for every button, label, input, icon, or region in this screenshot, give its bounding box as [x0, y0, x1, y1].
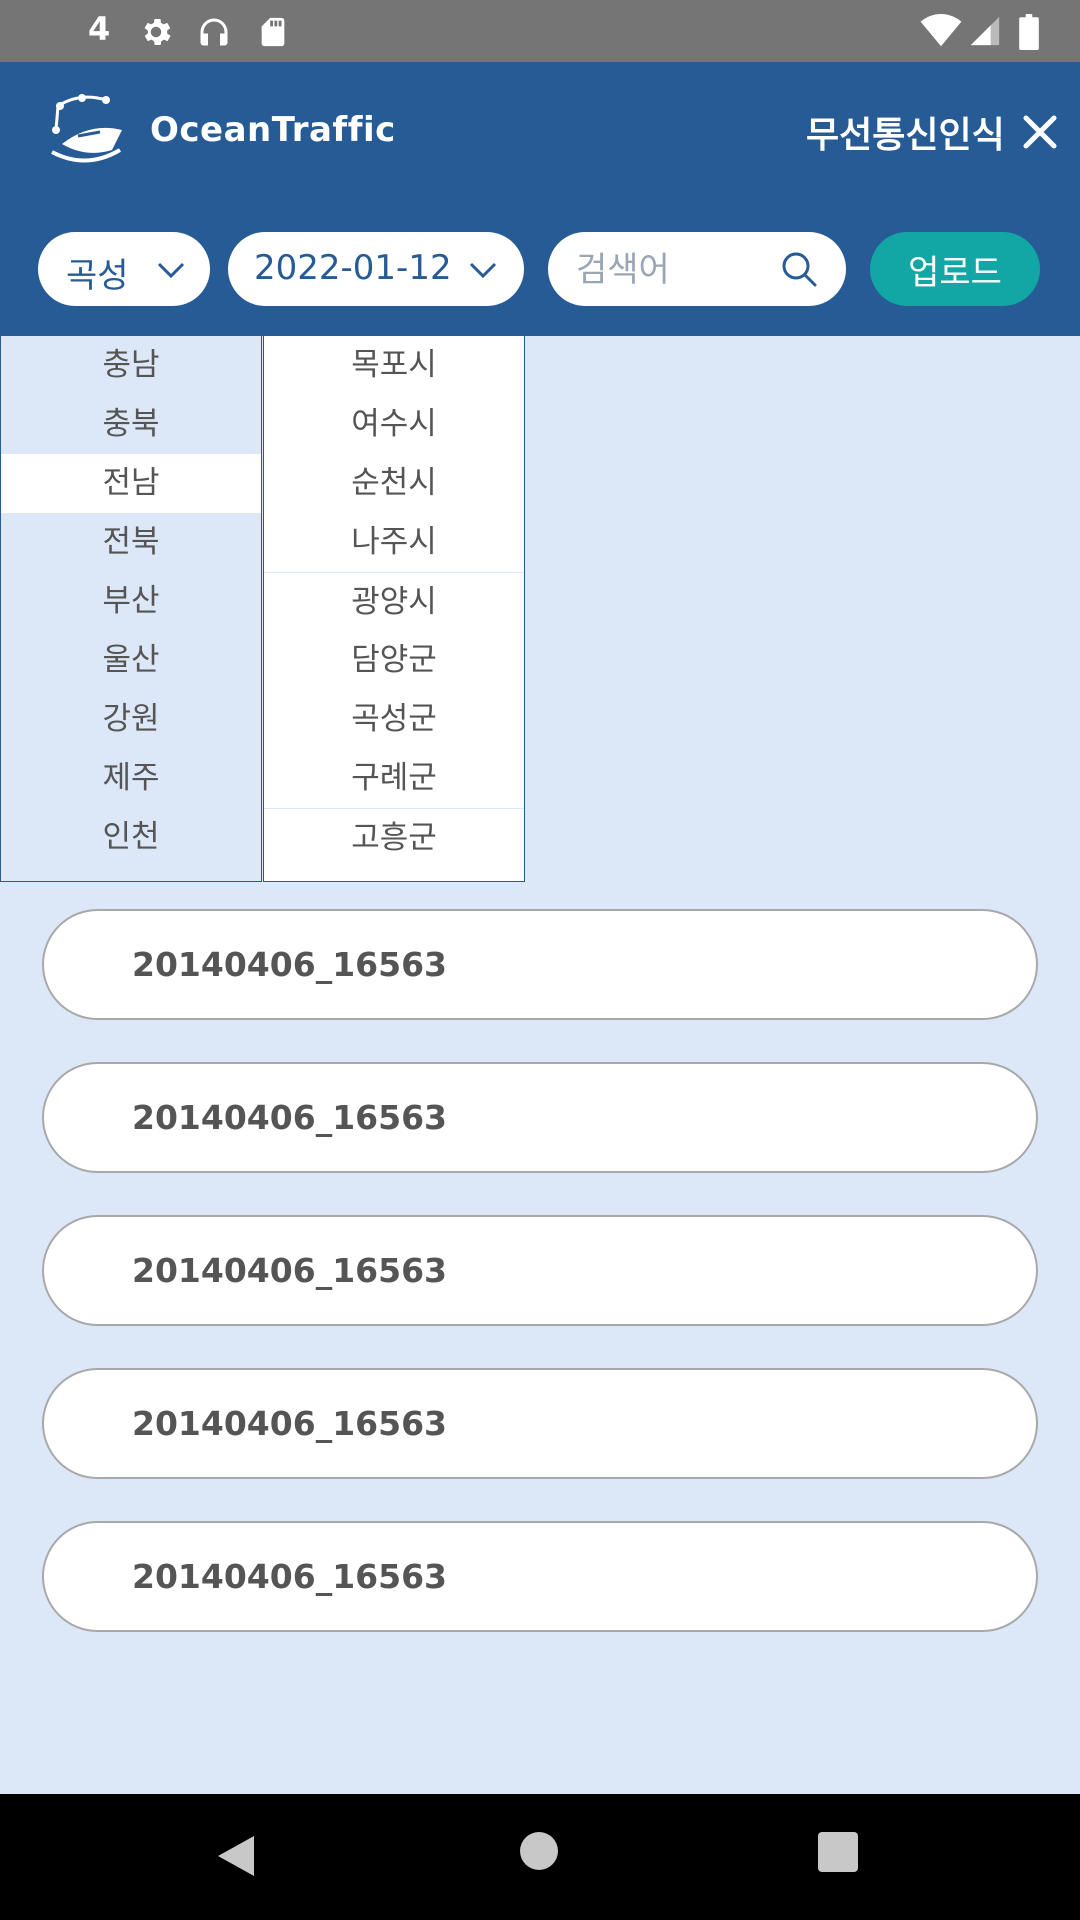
search-box — [548, 232, 846, 306]
list-item-label: 20140406_16563 — [132, 1557, 447, 1596]
headphones-icon — [200, 18, 228, 46]
nav-home-icon[interactable] — [520, 1832, 558, 1870]
list-item[interactable]: 20140406_16563 — [42, 1215, 1038, 1326]
city-item[interactable]: 나주시 — [264, 513, 524, 572]
province-item-selected[interactable]: 전남 — [1, 454, 261, 513]
list-item-label: 20140406_16563 — [132, 1251, 447, 1290]
settings-icon — [144, 18, 171, 46]
list-item[interactable]: 20140406_16563 — [42, 1062, 1038, 1173]
date-select-value: 2022-01-12 — [254, 248, 452, 288]
nav-recents-icon[interactable] — [818, 1832, 858, 1872]
file-list: 20140406_16563 20140406_16563 20140406_1… — [42, 909, 1038, 1674]
list-item[interactable]: 20140406_16563 — [42, 1521, 1038, 1632]
region-select-value: 곡성 — [66, 256, 129, 296]
list-item-label: 20140406_16563 — [132, 1098, 447, 1137]
ship-logo-icon — [51, 94, 122, 163]
app-title: OceanTraffic — [150, 110, 396, 150]
city-list: 목포시 여수시 순천시 나주시 광양시 담양군 곡성군 구례군 고흥군 — [263, 336, 525, 882]
province-item[interactable]: 충북 — [1, 395, 261, 454]
city-item[interactable]: 곡성군 — [264, 690, 524, 749]
close-icon[interactable] — [1022, 114, 1058, 150]
signal-icon — [970, 16, 1000, 46]
wifi-icon — [920, 14, 962, 47]
page-title: 무선통신인식 — [806, 115, 1005, 156]
region-dropdown: 충남 충북 전남 전북 부산 울산 강원 제주 인천 목포시 여수시 순천시 나… — [0, 336, 526, 883]
nav-back-icon[interactable] — [216, 1834, 256, 1878]
city-item[interactable]: 담양군 — [264, 631, 524, 690]
list-item-label: 20140406_16563 — [132, 1404, 447, 1443]
province-list: 충남 충북 전남 전북 부산 울산 강원 제주 인천 — [0, 336, 262, 882]
province-item[interactable]: 울산 — [1, 631, 261, 690]
province-item[interactable]: 강원 — [1, 690, 261, 749]
province-item[interactable]: 인천 — [1, 808, 261, 867]
city-item[interactable]: 고흥군 — [264, 808, 524, 867]
province-item[interactable]: 부산 — [1, 572, 261, 631]
city-item[interactable]: 광양시 — [264, 572, 524, 631]
search-icon[interactable] — [780, 250, 818, 288]
status-bar: 4 — [0, 0, 1080, 62]
system-nav-bar — [0, 1794, 1080, 1920]
city-item[interactable]: 여수시 — [264, 395, 524, 454]
city-item[interactable]: 목포시 — [264, 336, 524, 395]
city-item[interactable]: 순천시 — [264, 454, 524, 513]
list-item[interactable]: 20140406_16563 — [42, 1368, 1038, 1479]
province-item[interactable]: 충남 — [1, 336, 261, 395]
region-select[interactable]: 곡성 — [38, 232, 210, 306]
chevron-down-icon — [469, 262, 497, 279]
battery-icon — [1019, 14, 1039, 50]
city-item[interactable]: 구례군 — [264, 749, 524, 808]
list-item[interactable]: 20140406_16563 — [42, 909, 1038, 1020]
chevron-down-icon — [157, 262, 185, 279]
province-item[interactable]: 전북 — [1, 513, 261, 572]
date-select[interactable]: 2022-01-12 — [228, 232, 524, 306]
notification-count: 4 — [88, 10, 111, 48]
app-header: OceanTraffic 무선통신인식 곡성 2022-01-12 업로드 — [0, 62, 1080, 336]
list-item-label: 20140406_16563 — [132, 945, 447, 984]
sd-card-icon — [261, 17, 285, 47]
upload-button[interactable]: 업로드 — [870, 232, 1040, 306]
province-item[interactable]: 제주 — [1, 749, 261, 808]
search-input[interactable] — [574, 246, 768, 294]
